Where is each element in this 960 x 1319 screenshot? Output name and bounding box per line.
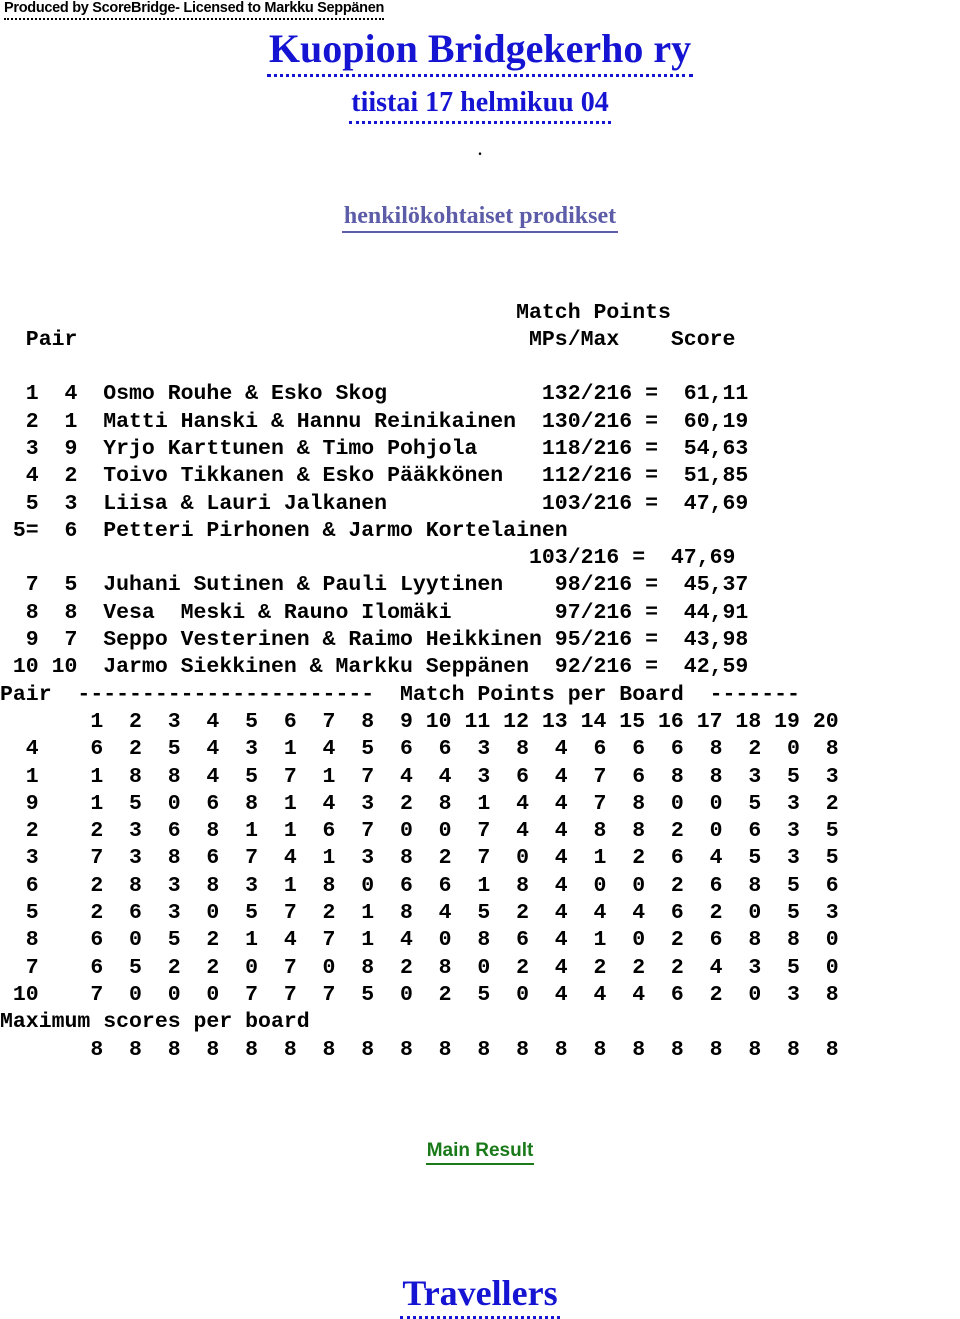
main-result-row: Main Result bbox=[0, 1140, 960, 1165]
travellers-row: Travellers bbox=[0, 1273, 960, 1319]
event-date: tiistai 17 helmikuu 04 bbox=[349, 87, 611, 124]
separator-dot: . bbox=[477, 135, 483, 160]
title-block: Kuopion Bridgekerho ry tiistai 17 helmik… bbox=[0, 26, 960, 160]
produced-by-banner: Produced by ScoreBridge- Licensed to Mar… bbox=[4, 0, 384, 20]
club-title-row: Kuopion Bridgekerho ry bbox=[0, 26, 960, 77]
page-title: Kuopion Bridgekerho ry bbox=[266, 26, 694, 77]
travellers-link[interactable]: Travellers bbox=[400, 1273, 560, 1319]
results-report: Match Points Pair MPs/Max Score 1 4 Osmo… bbox=[0, 300, 839, 1062]
main-result-link[interactable]: Main Result bbox=[425, 1140, 535, 1165]
section-link-row: henkilökohtaiset prodikset bbox=[0, 203, 960, 233]
section-link-personal-scores[interactable]: henkilökohtaiset prodikset bbox=[341, 203, 619, 233]
date-title-row: tiistai 17 helmikuu 04 bbox=[0, 87, 960, 124]
